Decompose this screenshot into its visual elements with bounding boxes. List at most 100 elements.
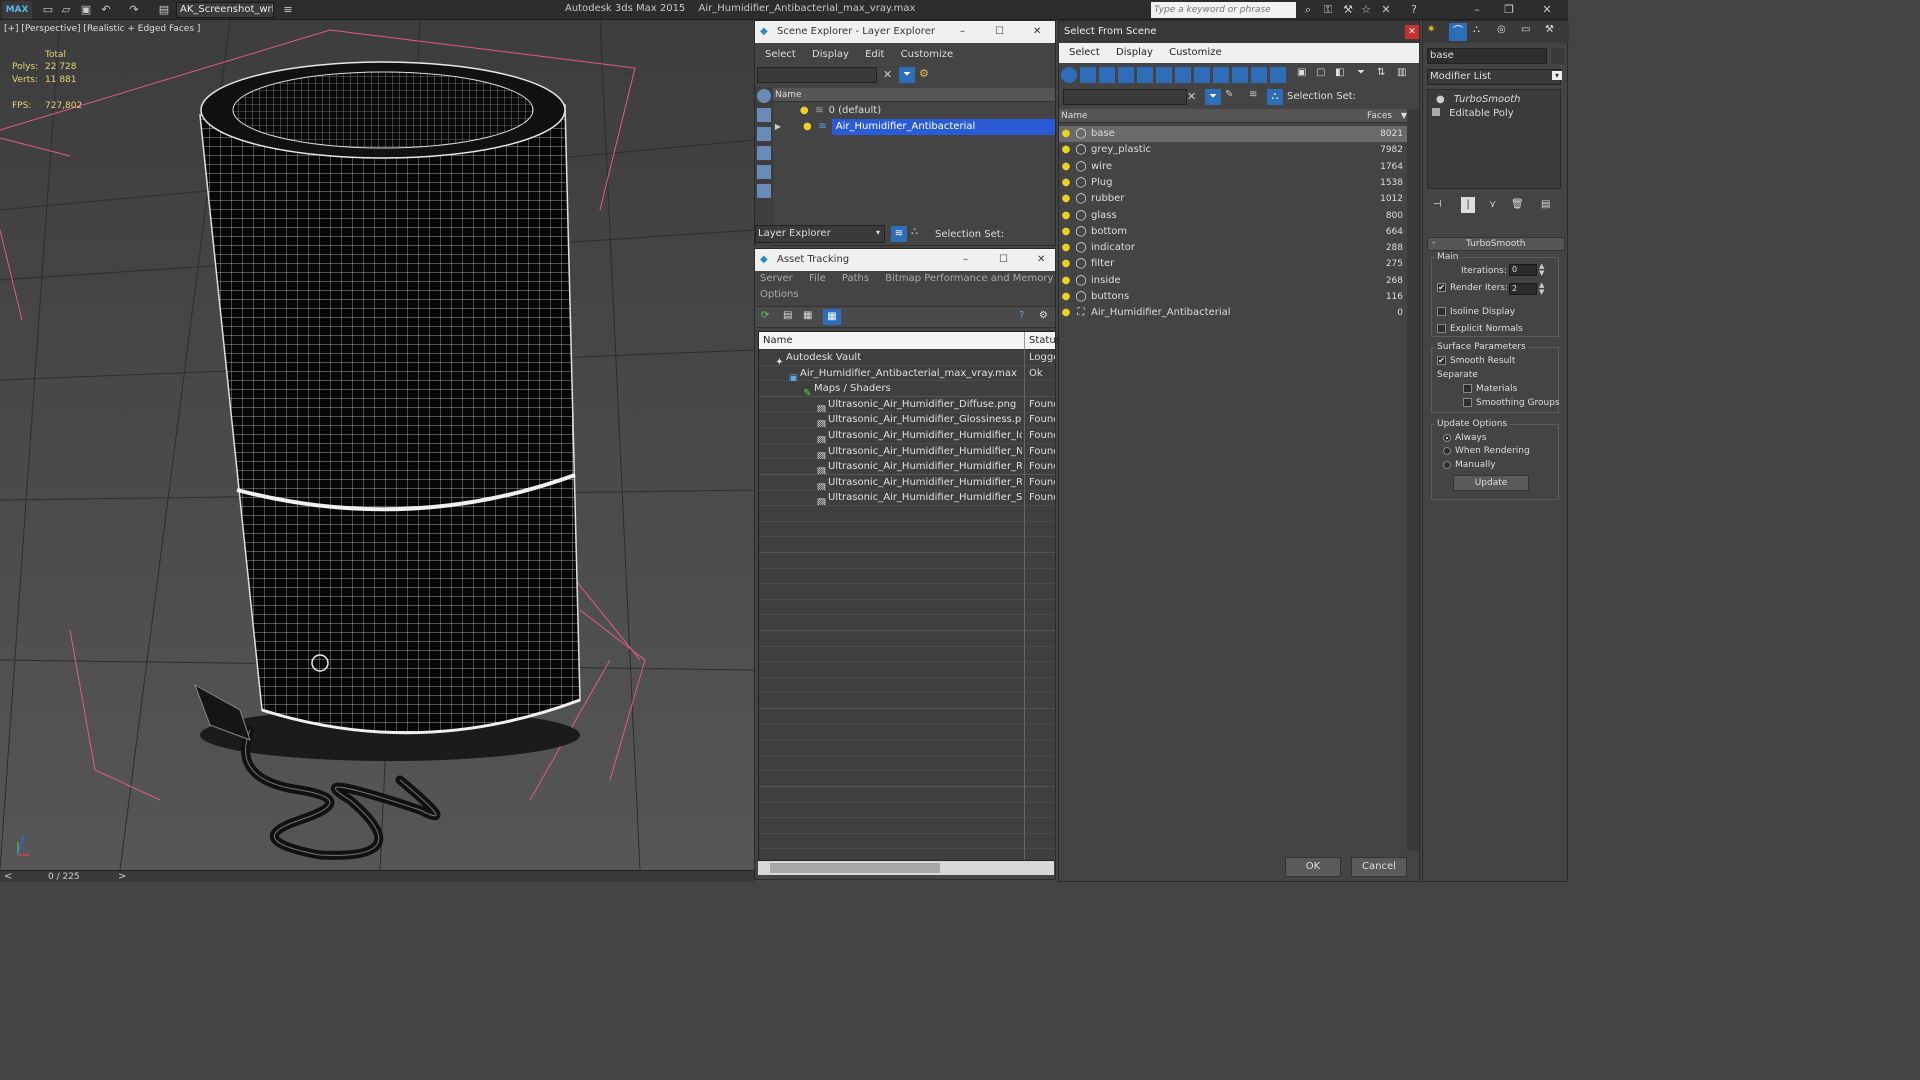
manually-row[interactable]: Manually xyxy=(1443,460,1496,470)
open-file-icon[interactable]: ▱ xyxy=(58,2,74,17)
scene-object-row[interactable]: ● ◯ grey_plastic 7982 xyxy=(1059,142,1407,158)
sfs-menu-select[interactable]: Select xyxy=(1069,47,1100,58)
display-spacewarps-icon[interactable] xyxy=(1175,67,1191,83)
when-rendering-radio[interactable] xyxy=(1443,446,1451,455)
utilities-tab-icon[interactable]: ⚒ xyxy=(1545,24,1554,35)
remove-modifier-icon[interactable]: 🗑 xyxy=(1511,199,1524,210)
asset-row[interactable]: ▧Ultrasonic_Air_Humidifier_Humidifier_Re… xyxy=(759,475,1055,490)
smoothing-groups-checkbox[interactable] xyxy=(1463,398,1472,407)
bulb-icon[interactable]: ● xyxy=(1059,208,1073,224)
sfs-layers-icon[interactable]: ≋ xyxy=(1249,89,1257,100)
display-groups-icon[interactable] xyxy=(1194,67,1210,83)
scene-explorer-menu-display[interactable]: Display xyxy=(812,49,849,60)
columns-icon[interactable]: ▥ xyxy=(1397,67,1406,78)
display-geometry-icon[interactable] xyxy=(757,108,771,122)
explicit-normals-checkbox[interactable] xyxy=(1437,324,1446,333)
display-helpers-icon[interactable] xyxy=(1156,67,1172,83)
bulb-icon[interactable]: ● xyxy=(1059,224,1073,240)
sfs-find-filter-icon[interactable]: ⏷ xyxy=(1205,89,1221,105)
scene-object-row[interactable]: ● ◯ buttons 116 xyxy=(1059,289,1407,305)
asset-menu-options[interactable]: Options xyxy=(760,289,799,300)
display-lights-icon[interactable] xyxy=(757,146,771,160)
bulb-icon[interactable]: ● xyxy=(1059,305,1073,321)
display-cameras-icon[interactable] xyxy=(1137,67,1153,83)
close-icon[interactable]: ✕ xyxy=(1532,1,1562,19)
hierarchy-mode-icon[interactable]: ⛬ xyxy=(911,226,918,237)
scene-object-row[interactable]: ● ◯ filter 275 xyxy=(1059,256,1407,272)
scene-object-row[interactable]: ● ◯ inside 268 xyxy=(1059,273,1407,289)
pin-stack-icon[interactable]: ⊣ xyxy=(1433,199,1442,210)
isoline-checkbox[interactable] xyxy=(1437,307,1446,316)
select-from-scene-close-icon[interactable]: ✕ xyxy=(1405,25,1419,39)
materials-row[interactable]: Materials xyxy=(1463,384,1517,394)
asset-menu-file[interactable]: File xyxy=(809,273,826,284)
sfs-options-icon[interactable]: ✎ xyxy=(1225,89,1233,100)
bulb-icon[interactable]: ● xyxy=(1059,289,1073,305)
display-objects-icon[interactable] xyxy=(757,89,771,103)
bulb-icon[interactable]: ● xyxy=(1059,256,1073,272)
expand-box-icon[interactable] xyxy=(1432,108,1440,116)
object-color-swatch[interactable] xyxy=(1551,48,1565,64)
time-slider[interactable]: < 0 / 225 > xyxy=(0,870,754,882)
always-radio[interactable] xyxy=(1443,433,1451,442)
turbosmooth-rollout-header[interactable]: - TurboSmooth xyxy=(1427,237,1565,251)
always-row[interactable]: Always xyxy=(1443,433,1487,443)
bulb-icon[interactable]: ● xyxy=(801,119,813,135)
when-rendering-row[interactable]: When Rendering xyxy=(1443,446,1530,456)
sfs-vertical-scrollbar[interactable] xyxy=(1407,109,1419,851)
bulb-icon[interactable]: ● xyxy=(1059,273,1073,289)
invert-selection-icon[interactable]: ◧ xyxy=(1335,67,1344,78)
x-icon[interactable]: ✕ xyxy=(1378,2,1394,17)
display-objects-icon[interactable] xyxy=(1061,67,1077,83)
asset-menu-paths[interactable]: Paths xyxy=(842,273,869,284)
binoculars-icon[interactable]: ⌕ xyxy=(1300,2,1316,17)
asset-help-icon[interactable]: ? xyxy=(1019,310,1024,321)
viewport-label[interactable]: [+] [Perspective] [Realistic + Edged Fac… xyxy=(4,24,200,34)
perspective-viewport[interactable]: [+] [Perspective] [Realistic + Edged Fac… xyxy=(0,20,754,870)
scene-explorer-menu-edit[interactable]: Edit xyxy=(865,49,884,60)
bulb-icon[interactable]: ● xyxy=(798,103,810,119)
bulb-icon[interactable]: ● xyxy=(1059,159,1073,175)
scene-object-row[interactable]: ● ◯ bottom 664 xyxy=(1059,224,1407,240)
scene-explorer-close-icon[interactable]: ✕ xyxy=(1033,21,1041,43)
filter-icon[interactable]: ⏷ xyxy=(899,67,915,83)
scene-object-row[interactable]: ● ◯ wire 1764 xyxy=(1059,159,1407,175)
sfs-clear-search-icon[interactable]: ✕ xyxy=(1187,90,1196,103)
asset-menu-bitmap[interactable]: Bitmap Performance and Memory xyxy=(885,273,1053,284)
scene-object-row[interactable]: ● ◯ glass 800 xyxy=(1059,208,1407,224)
menu-icon[interactable]: ≡ xyxy=(280,2,296,17)
asset-tracking-close-icon[interactable]: ✕ xyxy=(1037,249,1045,271)
time-next-icon[interactable]: > xyxy=(118,871,126,883)
expand-arrow-icon[interactable]: ▶ xyxy=(773,119,783,135)
undo-icon[interactable]: ↶ xyxy=(98,2,114,17)
asset-row[interactable]: ▣ Air_Humidifier_Antibacterial_max_vray.m… xyxy=(759,366,1055,381)
layers-mode-icon[interactable]: ≋ xyxy=(891,226,907,242)
asset-menu-server[interactable]: Server xyxy=(760,273,793,284)
spinner-arrows-icon[interactable]: ▲ ▼ xyxy=(1539,282,1544,296)
display-containers-icon[interactable] xyxy=(1251,67,1267,83)
bulb-icon[interactable]: ● xyxy=(1436,94,1445,105)
asset-horizontal-scrollbar[interactable] xyxy=(758,861,1054,875)
sfs-menu-customize[interactable]: Customize xyxy=(1169,47,1222,58)
configure-sets-icon[interactable]: ▤ xyxy=(1541,199,1550,210)
display-shapes-icon[interactable] xyxy=(1099,67,1115,83)
scene-explorer-menu-select[interactable]: Select xyxy=(765,49,796,60)
scene-explorer-titlebar[interactable]: ◆ Scene Explorer - Layer Explorer – ☐ ✕ xyxy=(755,21,1055,43)
display-frozen-icon[interactable] xyxy=(1270,67,1286,83)
materials-checkbox[interactable] xyxy=(1463,384,1472,393)
select-from-scene-titlebar[interactable]: Select From Scene ✕ xyxy=(1059,21,1419,43)
modifier-list-dropdown[interactable]: Modifier List ▾ xyxy=(1427,69,1562,85)
asset-row[interactable]: ▧Ultrasonic_Air_Humidifier_Humidifier_Re… xyxy=(759,459,1055,474)
asset-tracking-maximize-icon[interactable]: ☐ xyxy=(999,249,1008,271)
scene-explorer-search-input[interactable] xyxy=(757,67,877,83)
key-icon[interactable]: ⚿ xyxy=(1320,2,1336,17)
scene-explorer-minimize-icon[interactable]: – xyxy=(960,21,965,43)
asset-tracking-titlebar[interactable]: ◆ Asset Tracking – ☐ ✕ xyxy=(755,249,1055,271)
smooth-result-checkbox[interactable]: ✔ xyxy=(1437,356,1446,365)
smooth-result-row[interactable]: ✔ Smooth Result xyxy=(1437,356,1515,366)
ok-button[interactable]: OK xyxy=(1285,857,1341,877)
asset-row[interactable]: ▧ Ultrasonic_Air_Humidifier_Humidifier_Io… xyxy=(759,428,1055,443)
hierarchy-tab-icon[interactable]: ⛬ xyxy=(1473,24,1480,35)
bulb-icon[interactable]: ● xyxy=(1059,142,1073,158)
layer-row[interactable]: ● ≋ 0 (default) xyxy=(773,103,1055,119)
